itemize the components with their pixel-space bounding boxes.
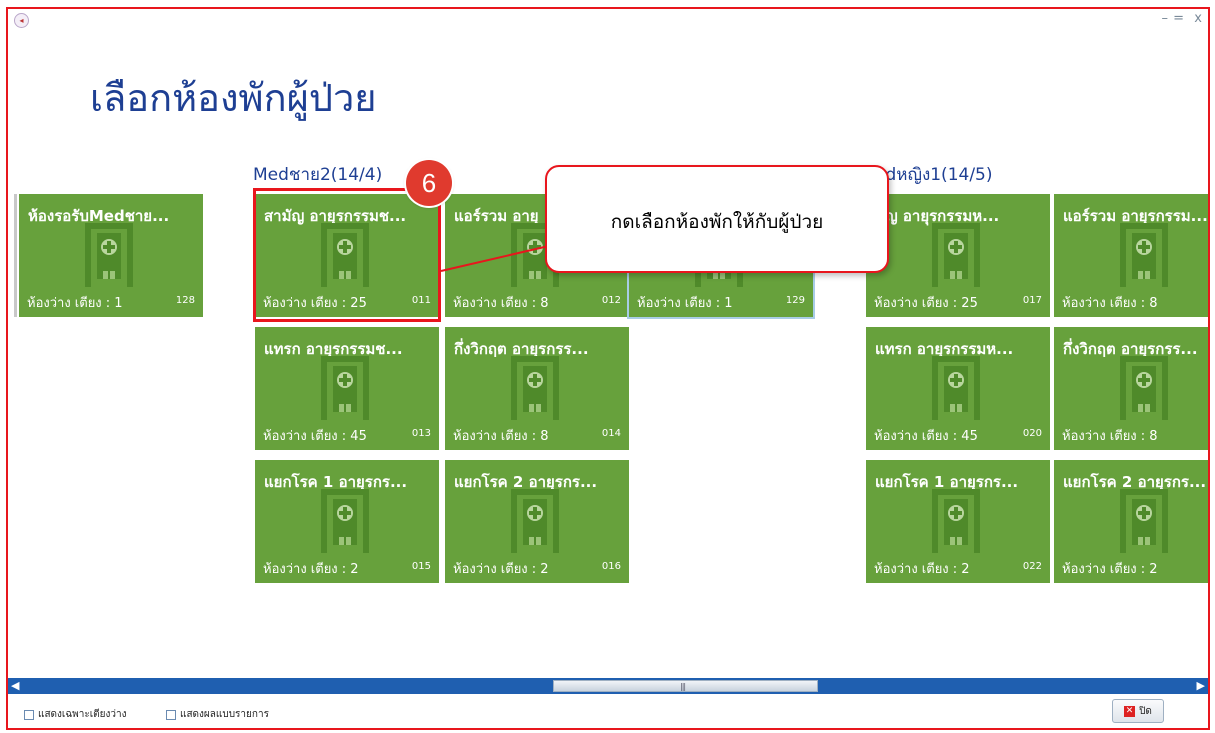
hospital-building-icon: [932, 356, 980, 424]
room-tile[interactable]: แทรก อายุรกรรมห... ห้องว่าง เตียง : 45 0…: [866, 327, 1050, 450]
group-title-med-male-2: Medชาย2(14/4): [253, 165, 383, 185]
room-tile[interactable]: แยกโรค 2 อายุรกร... ห้องว่าง เตียง : 2 0…: [445, 460, 629, 583]
scroll-left-arrow-icon[interactable]: ◀: [11, 678, 19, 694]
room-tile[interactable]: แยกโรค 2 อายุรกร... ห้องว่าง เตียง : 2 0…: [1054, 460, 1208, 583]
grip-icon: |||: [680, 682, 686, 691]
show-as-list-checkbox[interactable]: แสดงผลแบบรายการ: [166, 707, 269, 722]
group-divider: [14, 194, 17, 317]
room-availability: ห้องว่าง เตียง : 25: [874, 296, 978, 311]
room-tile[interactable]: กึ่งวิกฤต อายุรกรร... ห้องว่าง เตียง : 8…: [1054, 327, 1208, 450]
instruction-callout: กดเลือกห้องพักให้กับผู้ป่วย: [545, 165, 889, 273]
room-code: 013: [411, 428, 431, 439]
room-tile[interactable]: แยกโรค 1 อายุรกร... ห้องว่าง เตียง : 2 0…: [866, 460, 1050, 583]
hospital-building-icon: [321, 356, 369, 424]
room-availability: ห้องว่าง เตียง : 1: [27, 296, 123, 311]
hospital-building-icon: [85, 223, 133, 291]
room-availability: ห้องว่าง เตียง : 1: [637, 296, 733, 311]
hospital-building-icon: [511, 489, 559, 557]
close-button-label: ปิด: [1139, 705, 1152, 717]
checkbox-box[interactable]: [166, 709, 176, 720]
hospital-building-icon: [932, 223, 980, 291]
room-availability: ห้องว่าง เตียง : 8: [453, 429, 549, 444]
room-code: 015: [411, 561, 431, 572]
horizontal-scrollbar[interactable]: ◀ ||| ▶: [8, 678, 1208, 694]
room-code: 012: [601, 295, 621, 306]
scroll-thumb[interactable]: |||: [553, 680, 818, 692]
hospital-building-icon: [932, 489, 980, 557]
step-badge: 6: [406, 160, 452, 206]
window-close-button[interactable]: x: [1194, 11, 1202, 26]
page-title: เลือกห้องพักผู้ป่วย: [90, 76, 377, 120]
hospital-building-icon: [1120, 223, 1168, 291]
scroll-right-arrow-icon[interactable]: ▶: [1197, 678, 1205, 694]
app-logo-icon: ◂: [14, 13, 29, 28]
room-code: 017: [1022, 295, 1042, 306]
room-tile[interactable]: แอร์รวม อายุรกรรม... ห้องว่าง เตียง : 8 …: [1054, 194, 1208, 317]
room-tile[interactable]: ห้องรอรับMedชาย... ห้องว่าง เตียง : 1 12…: [19, 194, 203, 317]
maximize-button[interactable]: =: [1173, 11, 1184, 26]
checkbox-label: แสดงผลแบบรายการ: [180, 709, 269, 720]
title-bar: ◂ – = x: [8, 9, 1208, 31]
room-tile[interactable]: แทรก อายุรกรรมช... ห้องว่าง เตียง : 45 0…: [255, 327, 439, 450]
close-dialog-button[interactable]: ✕ ปิด: [1112, 699, 1164, 723]
callout-text: กดเลือกห้องพักให้กับผู้ป่วย: [610, 211, 824, 233]
room-availability: ห้องว่าง เตียง : 8: [1062, 429, 1158, 444]
checkbox-box[interactable]: [24, 709, 34, 720]
show-empty-beds-checkbox[interactable]: แสดงเฉพาะเตียงว่าง: [24, 707, 127, 722]
hospital-building-icon: [321, 489, 369, 557]
room-availability: ห้องว่าง เตียง : 2: [874, 562, 970, 577]
footer-bar: แสดงเฉพาะเตียงว่าง แสดงผลแบบรายการ ✕ ปิด: [8, 695, 1208, 728]
room-selection-window: ◂ – = x เลือกห้องพักผู้ป่วย Medชาย2(14/4…: [6, 7, 1210, 730]
minimize-button[interactable]: –: [1162, 11, 1169, 26]
room-availability: ห้องว่าง เตียง : 45: [263, 429, 367, 444]
room-availability: ห้องว่าง เตียง : 45: [874, 429, 978, 444]
checkbox-label: แสดงเฉพาะเตียงว่าง: [38, 709, 127, 720]
room-availability: ห้องว่าง เตียง : 2: [1062, 562, 1158, 577]
hospital-building-icon: [511, 356, 559, 424]
room-code: 014: [601, 428, 621, 439]
room-availability: ห้องว่าง เตียง : 2: [263, 562, 359, 577]
room-code: 129: [785, 295, 805, 306]
group-title-med-female-1: edหญิง1(14/5): [875, 165, 993, 185]
room-code: 128: [175, 295, 195, 306]
room-tile[interactable]: กึ่งวิกฤต อายุรกรร... ห้องว่าง เตียง : 8…: [445, 327, 629, 450]
close-icon: ✕: [1124, 705, 1136, 717]
room-tile[interactable]: แยกโรค 1 อายุรกร... ห้องว่าง เตียง : 2 0…: [255, 460, 439, 583]
room-code: 020: [1022, 428, 1042, 439]
room-availability: ห้องว่าง เตียง : 8: [1062, 296, 1158, 311]
room-availability: ห้องว่าง เตียง : 8: [453, 296, 549, 311]
room-code: 022: [1022, 561, 1042, 572]
room-tile[interactable]: มัญ อายุรกรรมห... ห้องว่าง เตียง : 25 01…: [866, 194, 1050, 317]
highlight-frame: [253, 188, 441, 322]
room-availability: ห้องว่าง เตียง : 2: [453, 562, 549, 577]
hospital-building-icon: [1120, 489, 1168, 557]
room-code: 016: [601, 561, 621, 572]
hospital-building-icon: [1120, 356, 1168, 424]
